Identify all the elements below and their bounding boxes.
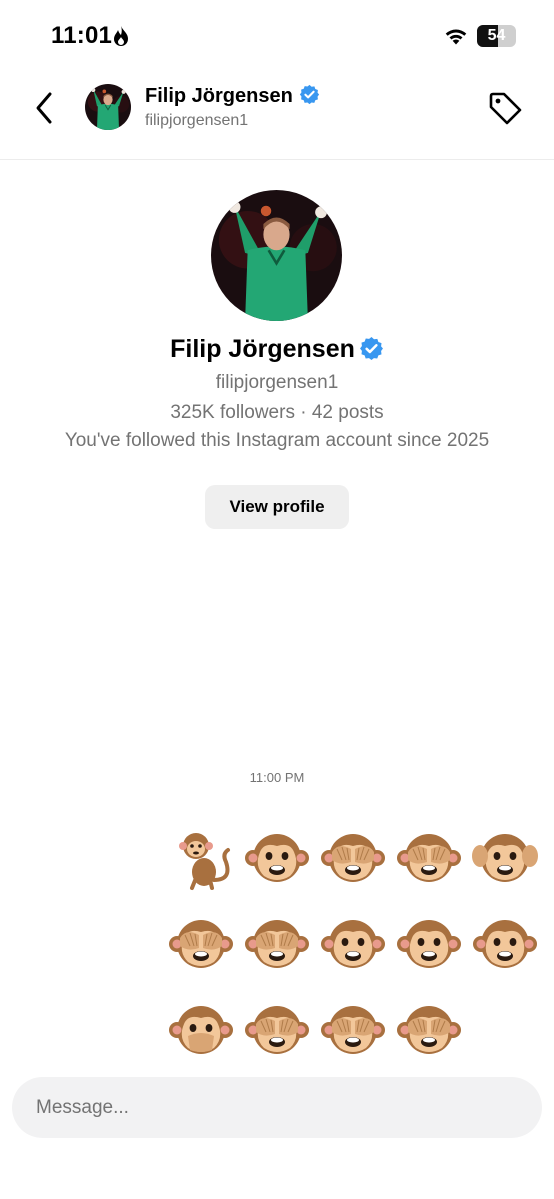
verified-badge-icon — [359, 336, 384, 361]
emoji-message[interactable] — [160, 814, 540, 1072]
monkey-face-emoji — [318, 908, 388, 978]
see-no-evil-monkey-emoji — [242, 994, 312, 1064]
profile-stats: 325K followers · 42 posts — [170, 402, 384, 423]
profile-avatar[interactable] — [211, 190, 342, 321]
hear-no-evil-monkey-emoji — [470, 822, 540, 892]
chat-header: Filip Jörgensen filipjorgensen1 — [0, 70, 554, 160]
emoji-row — [160, 814, 540, 900]
follow-note: You've followed this Instagram account s… — [64, 430, 490, 451]
see-no-evil-monkey-emoji — [166, 908, 236, 978]
speak-no-evil-monkey-emoji — [166, 994, 236, 1064]
see-no-evil-monkey-emoji — [394, 822, 464, 892]
profile-name: Filip Jörgensen — [170, 335, 355, 363]
header-name: Filip Jörgensen — [145, 85, 293, 107]
message-timestamp: 11:00 PM — [249, 770, 305, 785]
wifi-icon — [445, 29, 467, 45]
back-chevron-icon[interactable] — [28, 88, 62, 128]
battery-icon: 54 — [477, 25, 516, 47]
see-no-evil-monkey-emoji — [318, 822, 388, 892]
verified-badge-icon — [299, 84, 320, 105]
status-bar: 11:01 54 — [0, 0, 554, 70]
see-no-evil-monkey-emoji — [394, 994, 464, 1064]
emoji-row — [160, 986, 540, 1072]
see-no-evil-monkey-emoji — [242, 908, 312, 978]
flame-icon — [114, 26, 128, 46]
monkey-face-emoji — [394, 908, 464, 978]
monkey-emoji — [166, 822, 236, 892]
tag-icon[interactable] — [487, 90, 523, 126]
header-name-row[interactable]: Filip Jörgensen — [145, 84, 320, 108]
battery-level: 54 — [487, 27, 506, 44]
header-username: filipjorgensen1 — [145, 112, 249, 129]
header-avatar[interactable] — [85, 84, 131, 130]
view-profile-button[interactable]: View profile — [205, 485, 349, 529]
emoji-row — [160, 900, 540, 986]
monkey-face-emoji — [242, 822, 312, 892]
status-time: 11:01 — [51, 22, 113, 49]
see-no-evil-monkey-emoji — [318, 994, 388, 1064]
profile-name-row: Filip Jörgensen — [0, 335, 554, 364]
profile-username: filipjorgensen1 — [215, 372, 339, 393]
message-input[interactable] — [36, 1077, 516, 1138]
monkey-face-emoji — [470, 908, 540, 978]
message-composer — [12, 1077, 542, 1138]
